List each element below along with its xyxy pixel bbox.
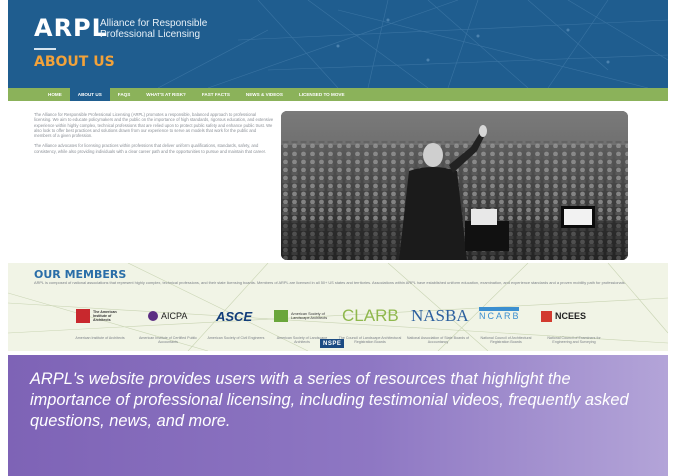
nav-item-news-videos[interactable]: NEWS & VIDEOS [238,88,291,101]
member-name-ncees: National Council of Examiners for Engine… [547,336,601,345]
aicpa-logo[interactable]: AICPA [148,309,187,323]
title-accent-line [34,48,56,50]
asla-logo-text: American Society of Landscape Architects [291,311,328,320]
clarb-logo[interactable]: CLARB [342,306,399,325]
member-name-nasba: National Association of State Boards of … [406,336,470,345]
nav-item-faqs[interactable]: FAQS [110,88,139,101]
nav-item-fast-facts[interactable]: FAST FACTS [194,88,238,101]
speaker-photo [281,111,628,260]
nav-item-home[interactable]: HOME [40,88,70,101]
ncarb-logo[interactable]: NCARB [479,307,521,321]
members-description: ARPL is composed of national association… [34,280,626,285]
nav-list: HOME ABOUT US FAQS WHAT'S AT RISK? FAST … [8,88,668,101]
asla-icon [274,310,288,322]
nspe-logo-text: NSPE [323,340,342,347]
intro-paragraph: The Alliance for Responsible Professiona… [34,112,274,139]
member-name-asce: American Society of Civil Engineers [207,336,265,340]
member-name-ncarb: National Council of Architectural Regist… [480,336,532,345]
nav-item-whats-at-risk[interactable]: WHAT'S AT RISK? [138,88,194,101]
nasba-logo-text: NASBA [411,306,469,325]
main-nav: HOME ABOUT US FAQS WHAT'S AT RISK? FAST … [8,88,668,101]
intro-paragraph: The Alliance advocates for licensing pra… [34,143,266,154]
member-name-clarb: The Council of Landscape Architectural R… [338,336,402,345]
asce-logo[interactable]: ASCE [216,308,253,324]
arpl-logo[interactable]: ARPL [34,14,108,42]
aicpa-icon [148,311,158,321]
aia-icon [76,309,90,323]
ncarb-logo-text: NCARB [479,311,521,321]
nav-item-about-us[interactable]: ABOUT US [69,88,110,101]
aia-logo[interactable]: The American Institute of Architects [76,309,119,323]
ncees-icon [541,310,552,322]
caption-banner: ARPL's website provides users with a ser… [8,355,668,476]
nav-item-licensed-to-move[interactable]: LICENSED TO MOVE [291,88,353,101]
clarb-logo-text: CLARB [342,306,399,325]
aicpa-logo-text: AICPA [161,311,188,321]
page-title: ABOUT US [34,54,115,70]
nspe-logo[interactable]: NSPE [320,339,345,348]
members-section: OUR MEMBERS ARPL is composed of national… [8,263,668,351]
ncees-logo[interactable]: NCEES [541,309,586,323]
conference-photo-illustration [281,111,628,260]
member-name-aicpa: American Institute of Certified Public A… [139,336,197,345]
asce-logo-text: ASCE [216,308,253,324]
caption-text: ARPL's website provides users with a ser… [30,370,629,430]
intro-text: The Alliance for Responsible Professiona… [34,112,274,159]
site-header: ARPL Alliance for Responsible Profession… [8,0,668,88]
asla-logo[interactable]: American Society of Landscape Architects [274,309,331,323]
arpl-tagline: Alliance for Responsible Professional Li… [100,18,208,40]
member-name-aia: American Institute of Architects [75,336,125,340]
nasba-logo[interactable]: NASBA [411,306,469,325]
ncees-logo-text: NCEES [555,311,587,321]
aia-logo-text: The American Institute of Architects [93,309,117,323]
